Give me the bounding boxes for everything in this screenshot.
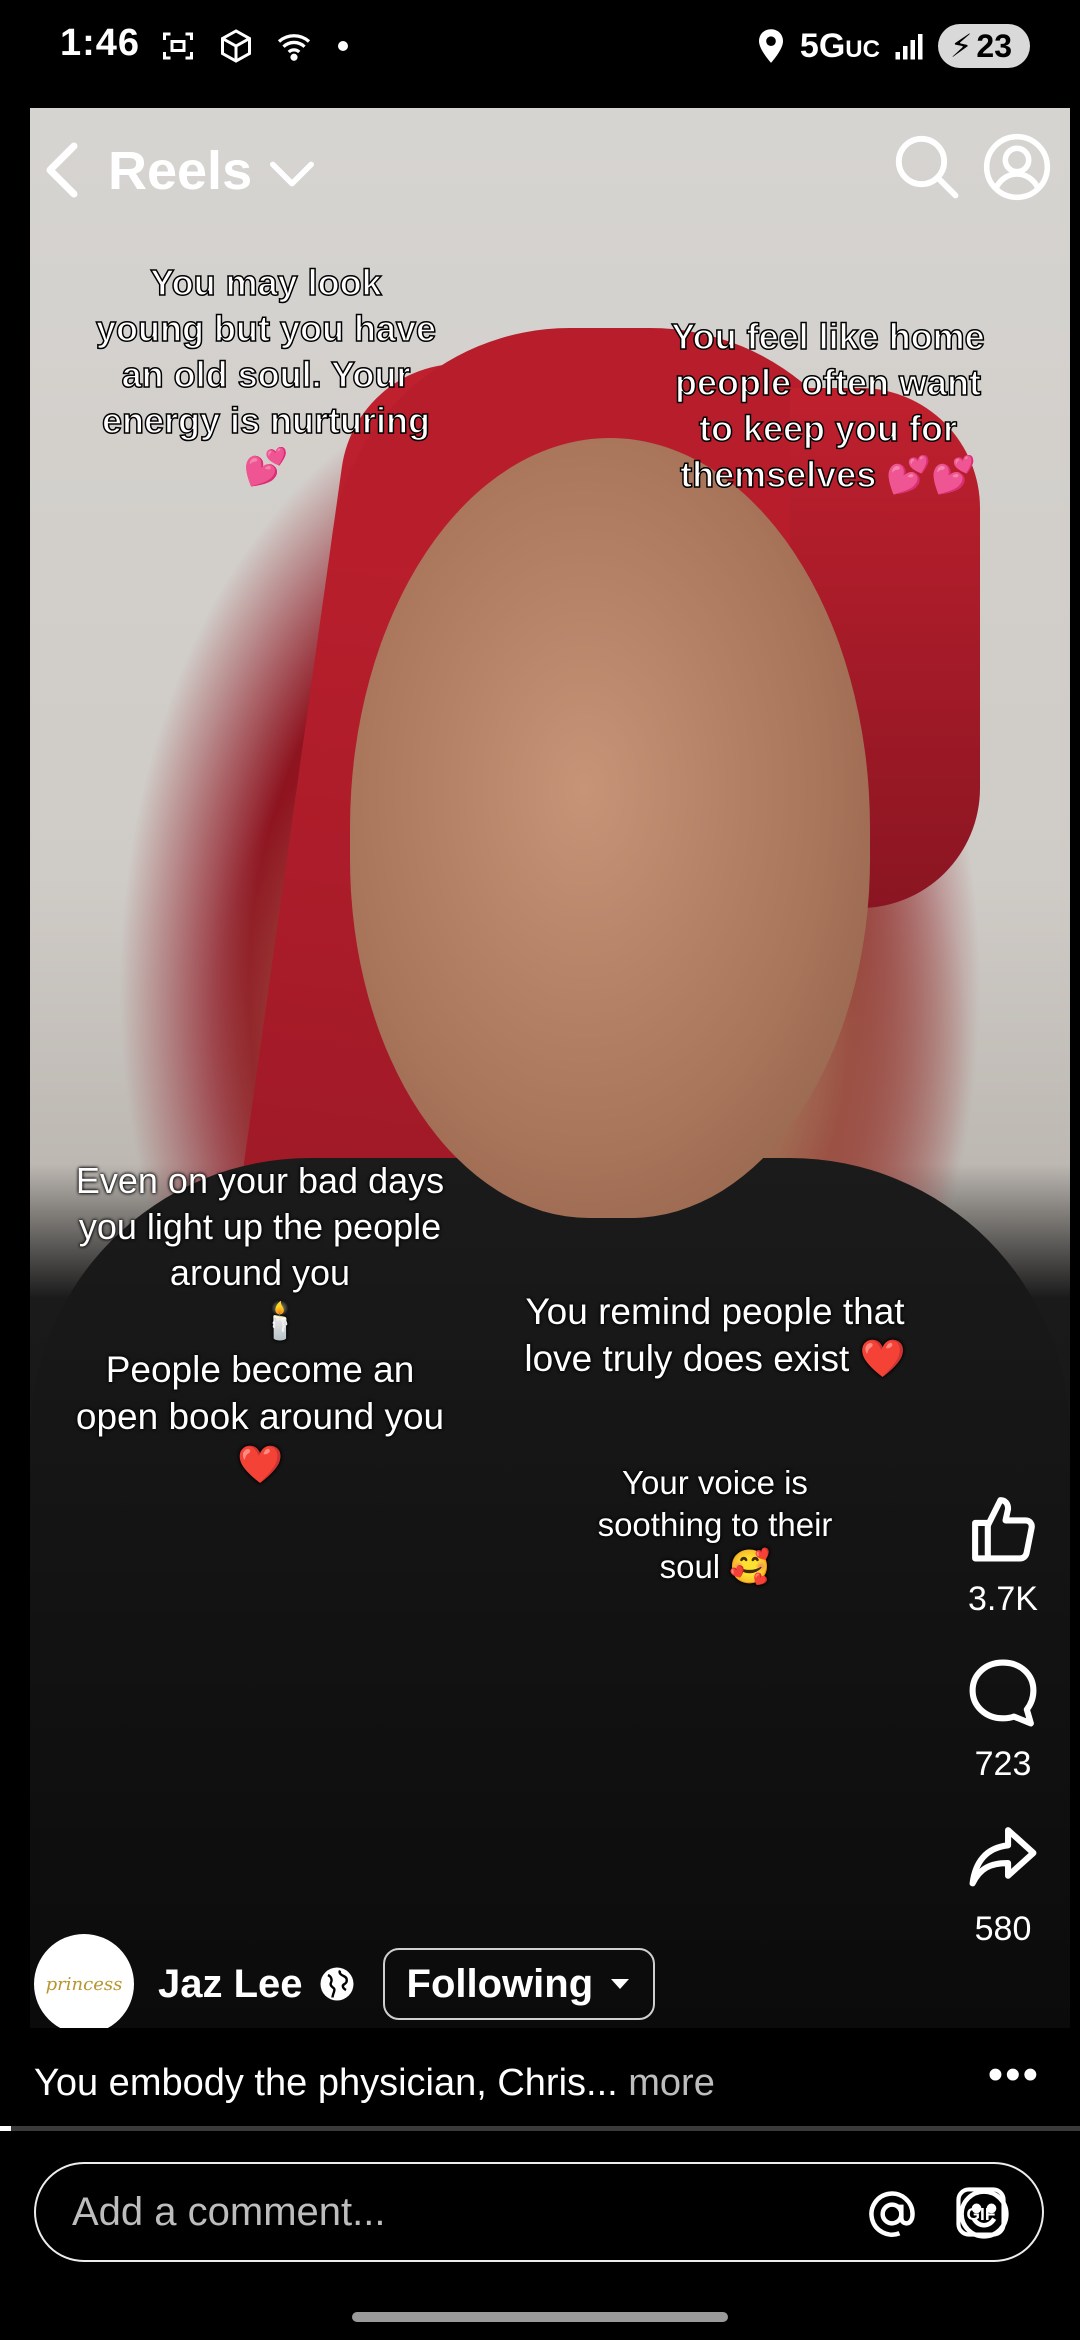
status-bar: 1:46 5GUC ⚡ 23 — [0, 0, 1080, 108]
following-label: Following — [406, 1961, 594, 2006]
profile-icon[interactable] — [982, 132, 1052, 202]
like-icon[interactable] — [965, 1490, 1041, 1566]
reel-video[interactable]: You may look young but you have an old s… — [30, 108, 1070, 2028]
gif-icon[interactable]: GIF — [954, 2186, 1008, 2238]
notification-dot — [338, 41, 348, 51]
comment-count: 723 — [974, 1745, 1032, 1783]
status-time: 1:46 — [60, 22, 141, 64]
author-name[interactable]: Jaz Lee — [158, 1962, 303, 2007]
battery-indicator: ⚡ 23 — [937, 24, 1030, 68]
location-icon — [758, 29, 783, 63]
like-count: 3.7K — [968, 1580, 1038, 1618]
video-progress-bar[interactable] — [0, 2126, 1080, 2131]
chevron-down-icon[interactable] — [268, 154, 316, 194]
caption-more-link[interactable]: more — [628, 2062, 715, 2104]
wifi-icon — [277, 34, 311, 61]
overlay-text-mid-left-1: Even on your bad days you light up the p… — [75, 1160, 445, 1294]
avatar-logo-text: princess — [45, 1973, 123, 1995]
share-icon[interactable] — [965, 1820, 1041, 1896]
comment-input[interactable]: Add a comment... — [34, 2162, 1044, 2262]
avatar[interactable]: princess — [34, 1934, 134, 2034]
more-icon[interactable]: ••• — [988, 2050, 1040, 2100]
comment-placeholder: Add a comment... — [72, 2190, 386, 2234]
overlay-candle-emoji: 🕯️ — [257, 1300, 303, 1341]
status-left-icons — [160, 28, 348, 64]
like-action: 3.7K — [948, 1490, 1058, 1619]
share-action: 580 — [948, 1820, 1058, 1949]
overlay-text-top-right: You feel like home people often want to … — [671, 315, 986, 496]
screenshot-icon — [163, 32, 193, 60]
share-count: 580 — [974, 1910, 1032, 1948]
mention-icon[interactable] — [864, 2186, 920, 2242]
network-type: 5GUC — [799, 26, 880, 65]
reel-actions: 3.7K 723 580 — [948, 1490, 1058, 1985]
search-icon[interactable] — [892, 132, 960, 200]
comment-action: 723 — [948, 1655, 1058, 1784]
box-icon — [221, 29, 251, 63]
video-progress-fill — [0, 2126, 11, 2131]
svg-text:GIF: GIF — [967, 2204, 996, 2224]
caption[interactable]: You embody the physician, Chris... more — [34, 2062, 715, 2105]
reels-title[interactable]: Reels — [108, 140, 252, 202]
bolt-icon: ⚡ — [949, 28, 973, 64]
caption-text: You embody the physician, Chris... — [34, 2062, 618, 2104]
caret-down-icon — [611, 1979, 630, 1989]
overlay-text-top-left: You may look young but you have an old s… — [95, 261, 437, 488]
overlay-text-mid-right-2: Your voice is soothing to their soul 🥰 — [597, 1464, 833, 1586]
overlay-text-mid-right-1: You remind people that love truly does e… — [524, 1291, 906, 1380]
overlay-text-mid-left-2: People become an open book around you ❤️ — [75, 1349, 445, 1485]
following-button[interactable]: Following — [382, 1948, 656, 2020]
signal-icon — [895, 34, 923, 60]
comment-icon[interactable] — [965, 1655, 1041, 1731]
home-indicator[interactable] — [352, 2312, 728, 2322]
globe-icon — [320, 1967, 354, 2001]
back-icon[interactable] — [42, 140, 82, 200]
reels-top-nav: Reels — [30, 120, 1070, 220]
video-face — [350, 438, 870, 1218]
status-right: 5GUC ⚡ 23 — [756, 24, 1030, 68]
author-row: princess Jaz Lee Following — [34, 1932, 656, 2036]
